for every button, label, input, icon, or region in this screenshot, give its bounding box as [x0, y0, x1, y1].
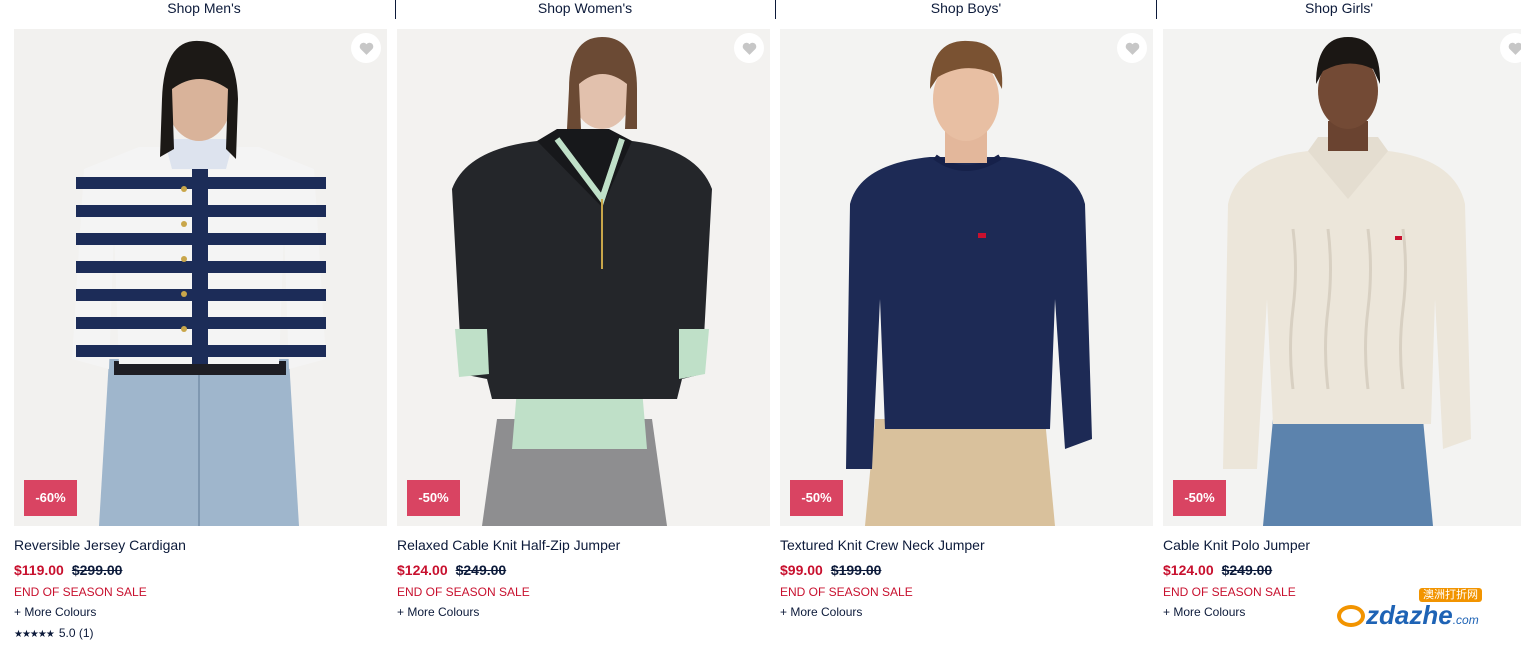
product-image[interactable]: -50% — [780, 29, 1153, 526]
tab-shop-boys[interactable]: Shop Boys' — [776, 0, 1156, 19]
shop-tabs: Shop Men's Shop Women's Shop Boys' Shop … — [0, 0, 1521, 20]
product-card[interactable]: -60% Reversible Jersey Cardigan $119.00 $… — [14, 29, 387, 640]
discount-badge: -50% — [790, 480, 843, 516]
man-navy-crew-neck-photo — [780, 29, 1153, 526]
more-colours-link[interactable]: + More Colours — [780, 605, 1153, 619]
product-price: $124.00 $249.00 — [397, 562, 770, 578]
product-price: $124.00 $249.00 — [1163, 562, 1521, 578]
rating-value: 5.0 — [58, 626, 76, 640]
woman-black-half-zip-photo — [397, 29, 770, 526]
product-card[interactable]: -50% Relaxed Cable Knit Half-Zip Jumper … — [397, 29, 770, 619]
product-name[interactable]: Reversible Jersey Cardigan — [14, 537, 387, 553]
original-price: $299.00 — [71, 562, 123, 578]
watermark-name: zdazhe — [1366, 600, 1453, 630]
wishlist-button[interactable] — [351, 33, 381, 63]
tab-shop-girls[interactable]: Shop Girls' — [1157, 0, 1521, 19]
star-icon: ★★★★★ — [14, 629, 55, 640]
tab-shop-womens[interactable]: Shop Women's — [396, 0, 774, 19]
product-name[interactable]: Cable Knit Polo Jumper — [1163, 537, 1521, 553]
sale-price: $124.00 — [397, 562, 448, 578]
watermark-logo: 澳洲打折网 zdazhe.com — [1337, 586, 1507, 636]
watermark-suffix: .com — [1452, 613, 1479, 627]
product-card[interactable]: -50% Textured Knit Crew Neck Jumper $99.… — [780, 29, 1153, 619]
heart-icon — [359, 42, 373, 55]
watermark-text: zdazhe.com — [1337, 600, 1479, 635]
man-cream-polo-photo — [1163, 29, 1521, 526]
original-price: $199.00 — [830, 562, 882, 578]
review-count: (1) — [78, 626, 94, 640]
product-price: $99.00 $199.00 — [780, 562, 1153, 578]
watermark-o-icon — [1337, 605, 1365, 627]
more-colours-link[interactable]: + More Colours — [14, 605, 387, 619]
heart-icon — [742, 42, 756, 55]
sale-label: END OF SEASON SALE — [397, 585, 530, 599]
sale-price: $99.00 — [780, 562, 823, 578]
sale-label: END OF SEASON SALE — [780, 585, 913, 599]
wishlist-button[interactable] — [1117, 33, 1147, 63]
product-image[interactable]: -60% — [14, 29, 387, 526]
product-rating[interactable]: ★★★★★ 5.0 (1) — [14, 626, 387, 640]
sale-price: $124.00 — [1163, 562, 1214, 578]
product-name[interactable]: Textured Knit Crew Neck Jumper — [780, 537, 1153, 553]
woman-striped-cardigan-photo — [14, 29, 387, 526]
discount-badge: -60% — [24, 480, 77, 516]
tab-shop-mens[interactable]: Shop Men's — [14, 0, 394, 19]
more-colours-link[interactable]: + More Colours — [397, 605, 770, 619]
discount-badge: -50% — [1173, 480, 1226, 516]
original-price: $249.00 — [455, 562, 507, 578]
product-card[interactable]: -50% Cable Knit Polo Jumper $124.00 $249.… — [1163, 29, 1521, 619]
sale-label: END OF SEASON SALE — [14, 585, 147, 599]
product-name[interactable]: Relaxed Cable Knit Half-Zip Jumper — [397, 537, 770, 553]
original-price: $249.00 — [1221, 562, 1273, 578]
heart-icon — [1125, 42, 1139, 55]
product-price: $119.00 $299.00 — [14, 562, 387, 578]
wishlist-button[interactable] — [734, 33, 764, 63]
sale-price: $119.00 — [14, 562, 64, 578]
product-image[interactable]: -50% — [397, 29, 770, 526]
product-image[interactable]: -50% — [1163, 29, 1521, 526]
discount-badge: -50% — [407, 480, 460, 516]
heart-icon — [1508, 42, 1521, 55]
